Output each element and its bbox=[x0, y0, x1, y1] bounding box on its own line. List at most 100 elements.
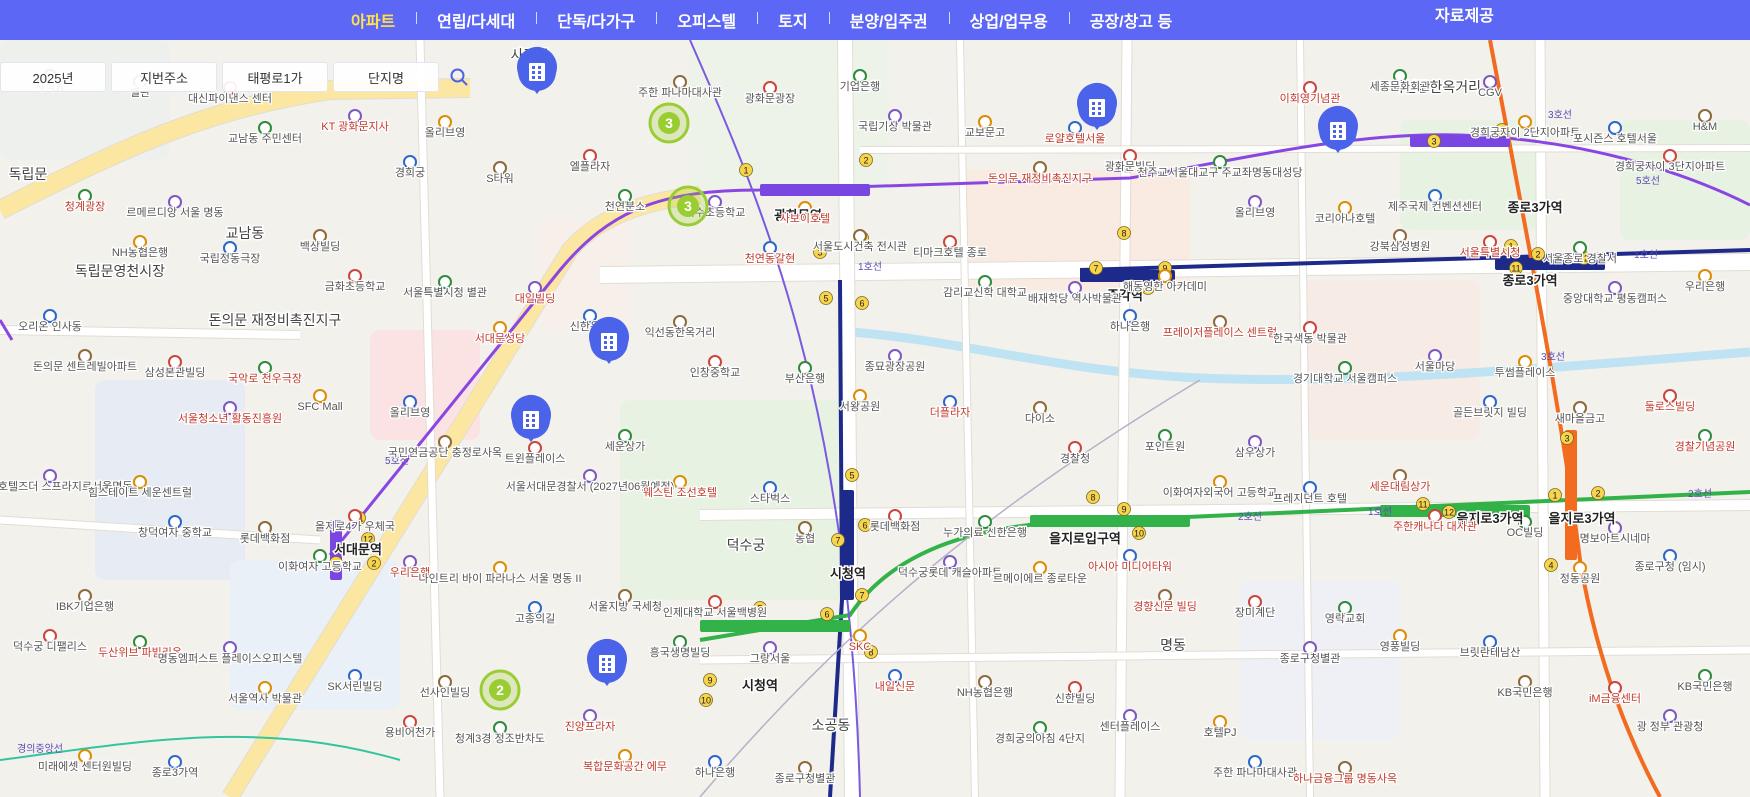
building-window bbox=[532, 414, 535, 417]
place-label: 종로구청별관 bbox=[775, 772, 836, 785]
place-label: 경향신문 빌딩 bbox=[1133, 600, 1197, 613]
place-label: 포시즌스 호텔서울 bbox=[1573, 132, 1657, 145]
search-icon[interactable] bbox=[444, 63, 474, 91]
place-label: 포인트원 bbox=[1145, 440, 1185, 453]
station-exit-number: 8 bbox=[1121, 229, 1126, 239]
place-label: 신한빌딩 bbox=[1055, 692, 1095, 705]
place-label: 한국색동 박물관 bbox=[1273, 332, 1347, 345]
place-label: 이화여자 고등학교 bbox=[278, 560, 362, 573]
place-label: 천주교서울대교구 주교좌명동대성당 bbox=[1138, 165, 1303, 179]
place-label: 명동엠퍼스트 플레이스오피스텔 bbox=[158, 652, 303, 665]
place-label: 서울종로 경찰서 bbox=[1543, 252, 1617, 265]
place-label: 웨스틴 조선호텔 bbox=[643, 486, 717, 499]
place-label: 농협 bbox=[795, 532, 815, 545]
place-label: 덕수궁롯데 캐슬아파트 bbox=[898, 566, 1002, 579]
station-exit-number: 1 bbox=[743, 166, 748, 176]
station-exit-number: 6 bbox=[859, 299, 864, 309]
building-window bbox=[538, 76, 541, 79]
place-label: 흥국생명빌딩 bbox=[650, 645, 711, 659]
tab-presale[interactable]: 분양/입주권 bbox=[828, 8, 949, 32]
station-exit-number: 12 bbox=[1444, 508, 1454, 518]
place-label: 서울청소년 활동진흥원 bbox=[178, 411, 282, 425]
place-label: 센터플레이스 bbox=[1100, 720, 1161, 733]
station-exit-number: 4 bbox=[1548, 561, 1553, 571]
building-window bbox=[532, 419, 535, 422]
line-label: 경의중앙선 bbox=[17, 742, 63, 755]
building-window bbox=[608, 658, 611, 661]
line-label: 2호선 bbox=[1238, 511, 1262, 523]
place-label: 교보문고 bbox=[965, 126, 1005, 139]
station-label: 종로3가역 bbox=[1507, 200, 1562, 215]
station-exit-number: 6 bbox=[824, 610, 829, 620]
place-label: 이회영기념관 bbox=[1280, 92, 1341, 105]
complex-name-filter-button[interactable]: 단지명 bbox=[333, 62, 439, 92]
station-exit-number: 8 bbox=[1090, 493, 1095, 503]
building-window bbox=[532, 66, 535, 69]
place-label: 종로구청 (임시) bbox=[1634, 560, 1705, 573]
place-label: 올리브영 bbox=[425, 126, 465, 139]
place-label: 아시아 미디어타워 bbox=[1088, 560, 1172, 573]
building-window bbox=[1333, 130, 1336, 133]
station-exit-number: 9 bbox=[707, 676, 712, 686]
place-label: 강북삼성병원 bbox=[1370, 240, 1431, 253]
line-label: 3호선 bbox=[1548, 109, 1572, 121]
place-label: 누가의료 신한은행 bbox=[943, 526, 1027, 539]
place-label: 장미계단 bbox=[1235, 606, 1275, 619]
station-exit-number: 3 bbox=[1431, 137, 1436, 147]
tab-factory[interactable]: 공장/창고 등 bbox=[1068, 8, 1194, 32]
place-label: 롯데백화점 bbox=[240, 532, 291, 545]
place-label: 감리교신학 대학교 bbox=[943, 286, 1027, 299]
district-label: 독립문 bbox=[9, 166, 48, 182]
place-label: 이화여자외국어 고등학교 bbox=[1163, 486, 1277, 499]
address-type-filter-button[interactable]: 지번주소 bbox=[111, 62, 217, 92]
building-window bbox=[1333, 125, 1336, 128]
tab-multiplex[interactable]: 연립/다세대 bbox=[416, 8, 536, 32]
station-exit-number: 2 bbox=[863, 156, 868, 166]
data-source-link[interactable]: 자료제공 bbox=[1435, 0, 1494, 40]
place-label: 로얄호텔서울 bbox=[1045, 131, 1106, 145]
apartment-building-icon bbox=[1330, 122, 1346, 140]
place-label: 국립기상 박물관 bbox=[858, 120, 932, 133]
road-filter-button[interactable]: 태평로1가 bbox=[222, 62, 328, 92]
station-label: 을지로입구역 bbox=[1049, 531, 1121, 546]
place-label: 서대문성당 bbox=[475, 332, 526, 345]
place-label: 덕수궁 디팰리스 bbox=[13, 640, 87, 653]
place-label: 스타벅스 bbox=[750, 492, 790, 505]
station-exit-number: 11 bbox=[1418, 500, 1427, 510]
cluster-count: 3 bbox=[684, 198, 692, 214]
building-window bbox=[526, 414, 529, 417]
tab-apartment[interactable]: 아파트 bbox=[330, 8, 416, 32]
top-navigation-bar: 아파트 연립/다세대 단독/다가구 오피스텔 토지 분양/입주권 상업/업무용 … bbox=[0, 0, 1750, 40]
building-window bbox=[1092, 107, 1095, 110]
place-label: 경찰기념공원 bbox=[1675, 440, 1736, 453]
tab-detached-house[interactable]: 단독/다가구 bbox=[536, 8, 656, 32]
building-window bbox=[538, 66, 541, 69]
place-label: 하나은행 bbox=[1110, 319, 1150, 333]
building-window bbox=[526, 419, 529, 422]
building-body bbox=[1330, 122, 1346, 140]
building-window bbox=[1339, 130, 1342, 133]
place-label: 삼우상가 bbox=[1235, 446, 1275, 459]
building-window bbox=[532, 71, 535, 74]
place-label: 경희궁자이 2단지아파트 bbox=[1470, 126, 1580, 139]
place-label: KB국민은행 bbox=[1497, 686, 1552, 699]
station-exit-number: 1 bbox=[1552, 491, 1557, 501]
building-window bbox=[538, 71, 541, 74]
place-label: 주한 파나마대사관 bbox=[638, 86, 722, 99]
line-label: 2호선 bbox=[1688, 488, 1712, 500]
building-window bbox=[532, 424, 535, 427]
station-exit-number: 2 bbox=[371, 559, 376, 569]
building-window bbox=[610, 341, 613, 344]
cluster-count: 2 bbox=[496, 682, 504, 698]
tab-commercial[interactable]: 상업/업무용 bbox=[948, 8, 1069, 32]
place-label: 그랑서울 bbox=[750, 652, 790, 665]
place-label: 명보아트시네마 bbox=[1580, 532, 1651, 545]
year-filter-button[interactable]: 2025년 bbox=[0, 62, 106, 92]
tab-officetel[interactable]: 오피스텔 bbox=[656, 8, 757, 32]
tab-land[interactable]: 토지 bbox=[757, 8, 828, 32]
station-exit-number: 10 bbox=[701, 696, 711, 706]
map-canvas[interactable]: 1234567891011121234567891011121234567891… bbox=[0, 0, 1750, 797]
building-window bbox=[1333, 135, 1336, 138]
building-body bbox=[1089, 99, 1105, 117]
place-label: 익선동한옥거리 bbox=[645, 326, 716, 339]
